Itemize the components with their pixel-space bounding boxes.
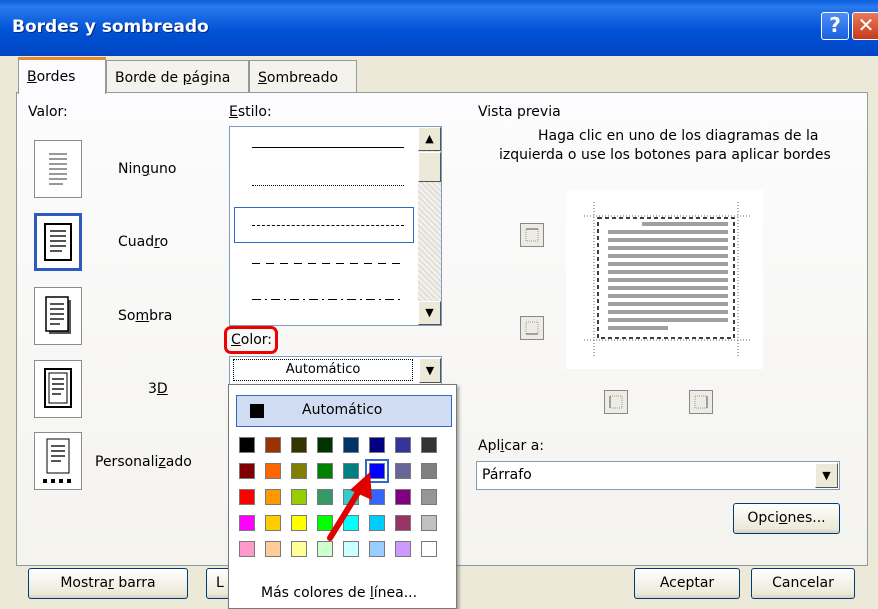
- valor-sombra-button[interactable]: [34, 287, 82, 345]
- valor-cuadro-button[interactable]: [34, 213, 82, 271]
- aplicar-label: Aplicar a:: [478, 438, 545, 454]
- color-swatch[interactable]: [239, 463, 255, 479]
- color-swatch[interactable]: [395, 489, 411, 505]
- valor-label: Valor:: [28, 104, 68, 120]
- tab-borde-de-pagina[interactable]: Borde de página: [106, 60, 249, 92]
- valor-cuadro-label: Cuadro: [118, 234, 169, 250]
- page-lines-icon: [49, 153, 67, 185]
- color-swatch[interactable]: [265, 463, 281, 479]
- color-swatch[interactable]: [265, 515, 281, 531]
- vista-hint-line1: Haga clic en uno de los diagramas de la: [538, 128, 819, 144]
- valor-personalizado-button[interactable]: [34, 432, 82, 490]
- color-swatch[interactable]: [239, 515, 255, 531]
- tab-bordes[interactable]: Bordes: [18, 57, 106, 94]
- color-combo-value: Automático: [233, 359, 413, 381]
- color-swatch[interactable]: [421, 463, 437, 479]
- opciones-button[interactable]: Opciones...: [733, 503, 840, 534]
- window-title: Bordes y sombreado: [12, 17, 209, 37]
- color-swatch[interactable]: [265, 489, 281, 505]
- scroll-down-button[interactable]: ▼: [418, 301, 441, 325]
- help-button[interactable]: ?: [821, 12, 849, 40]
- color-swatch[interactable]: [291, 437, 307, 453]
- valor-personalizado-label: Personalizado: [95, 454, 192, 470]
- color-swatch[interactable]: [291, 463, 307, 479]
- color-swatch[interactable]: [291, 515, 307, 531]
- color-swatch[interactable]: [265, 437, 281, 453]
- page-custom-icon: [43, 438, 71, 483]
- border-top-icon: [525, 228, 539, 242]
- valor-3d-button[interactable]: [34, 360, 82, 418]
- color-swatch[interactable]: [421, 515, 437, 531]
- style-solid[interactable]: [252, 147, 404, 148]
- border-bottom-icon: [525, 321, 539, 335]
- tab-sombreado[interactable]: Sombreado: [249, 60, 357, 92]
- border-left-icon: [609, 395, 623, 409]
- color-swatch[interactable]: [291, 541, 307, 557]
- color-swatch[interactable]: [421, 541, 437, 557]
- estilo-label: Estilo:: [229, 104, 272, 120]
- color-swatch[interactable]: [395, 541, 411, 557]
- border-right-icon: [694, 395, 708, 409]
- chevron-down-icon[interactable]: ▼: [815, 463, 838, 488]
- border-bottom-button[interactable]: [520, 316, 544, 340]
- color-swatch[interactable]: [343, 437, 359, 453]
- page-box-icon: [44, 223, 72, 261]
- valor-3d-label: 3D: [148, 381, 168, 397]
- vista-previa-label: Vista previa: [478, 104, 561, 120]
- color-swatch[interactable]: [395, 463, 411, 479]
- color-swatch[interactable]: [265, 541, 281, 557]
- color-swatch[interactable]: [317, 437, 333, 453]
- page-3d-icon: [44, 368, 72, 408]
- preview-area: [566, 190, 763, 369]
- color-swatch[interactable]: [395, 515, 411, 531]
- color-swatch[interactable]: [421, 489, 437, 505]
- scroll-thumb[interactable]: [418, 152, 441, 182]
- annotation-arrow-icon: [327, 472, 372, 541]
- border-left-button[interactable]: [604, 390, 628, 414]
- preview-page: [584, 202, 750, 358]
- style-dotted[interactable]: [252, 185, 404, 186]
- style-dash-dot[interactable]: [252, 299, 404, 300]
- color-swatch[interactable]: [395, 437, 411, 453]
- valor-sombra-label: Sombra: [118, 308, 173, 324]
- style-dashed-short[interactable]: [252, 225, 404, 226]
- chevron-down-icon[interactable]: ▼: [419, 358, 441, 383]
- valor-ninguno-label: Ninguno: [118, 161, 177, 177]
- cancelar-button[interactable]: Cancelar: [751, 568, 855, 599]
- mostrar-barra-button[interactable]: Mostrar barra: [28, 568, 188, 599]
- page-shadow-icon: [45, 296, 71, 334]
- close-button[interactable]: ✕: [852, 12, 878, 40]
- color-swatch[interactable]: [291, 489, 307, 505]
- border-top-button[interactable]: [520, 223, 544, 247]
- color-swatch[interactable]: [239, 541, 255, 557]
- more-colors-link[interactable]: Más colores de línea...: [261, 585, 417, 601]
- aplicar-combo-value: Párrafo: [482, 467, 532, 483]
- valor-ninguno-button[interactable]: [34, 140, 82, 198]
- automatic-swatch: [250, 404, 264, 418]
- color-swatch[interactable]: [421, 437, 437, 453]
- border-right-button[interactable]: [689, 390, 713, 414]
- aceptar-button[interactable]: Aceptar: [634, 568, 740, 599]
- color-swatch[interactable]: [369, 437, 385, 453]
- vista-hint-line2: izquierda o use los botones para aplicar…: [499, 147, 831, 163]
- color-swatch[interactable]: [239, 437, 255, 453]
- style-list[interactable]: [229, 126, 442, 326]
- automatic-label: Automático: [302, 402, 383, 418]
- color-automatic-option[interactable]: Automático: [236, 395, 452, 427]
- scroll-up-button[interactable]: ▲: [418, 127, 441, 151]
- color-label: Color:: [224, 326, 278, 354]
- color-swatch[interactable]: [239, 489, 255, 505]
- style-dashed[interactable]: [252, 263, 404, 264]
